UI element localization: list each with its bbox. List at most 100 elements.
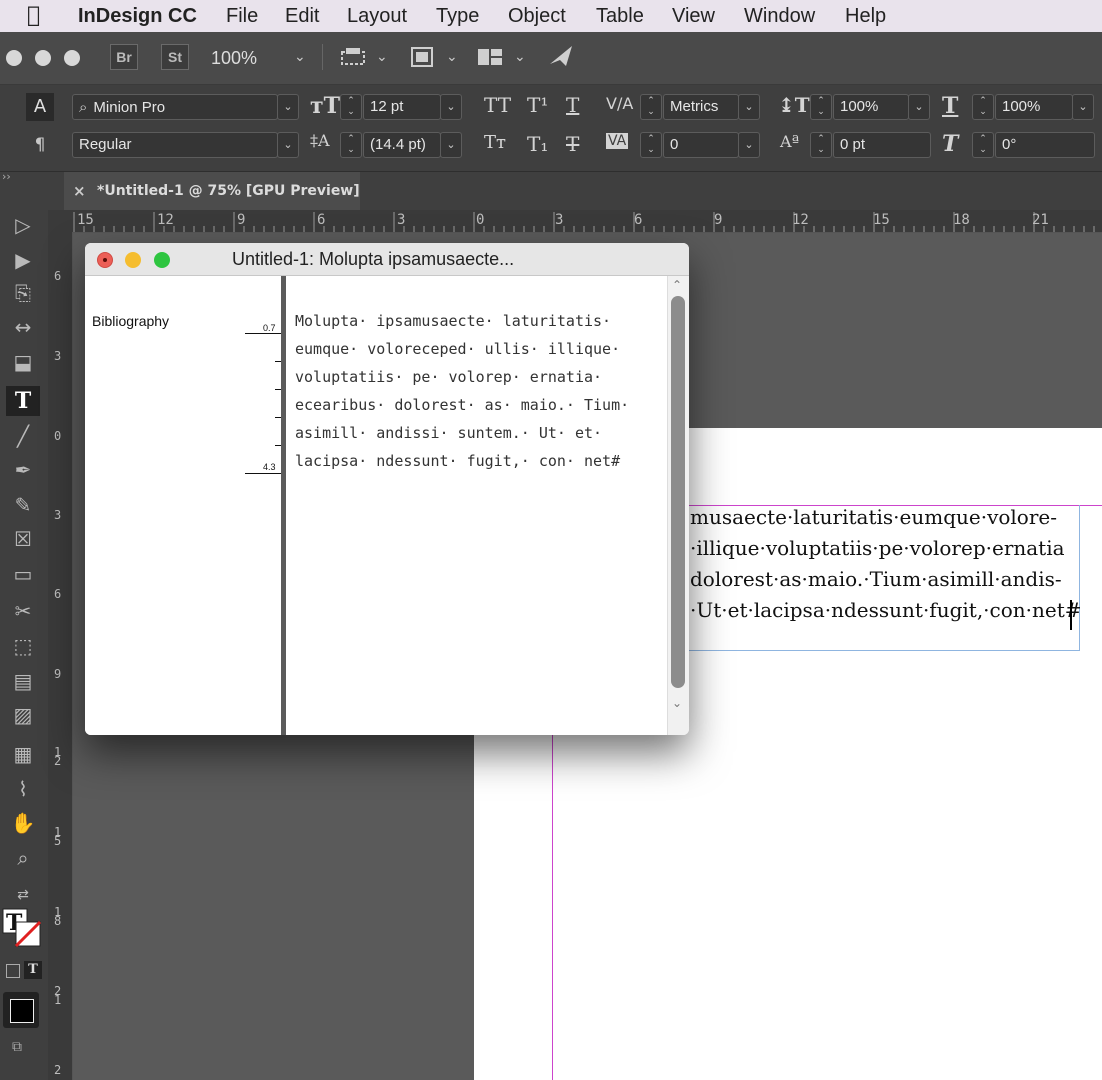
chevron-down-icon[interactable]: ⌄ [440,132,462,158]
stock-button[interactable]: St [161,44,189,70]
menu-file[interactable]: File [226,5,258,28]
line-tool-icon[interactable]: ╱ [6,421,40,451]
font-family-field[interactable]: ⌕ Minion Pro [72,94,278,120]
menu-view[interactable]: View [672,5,715,28]
story-text-area[interactable]: Molupta· ipsamusaecte· laturitatis· eumq… [286,276,667,735]
kerning-field[interactable]: Metrics [663,94,739,120]
selection-tool-icon[interactable]: ▷ [6,210,40,240]
leading-field[interactable]: (14.4 pt) [363,132,441,158]
all-caps-icon[interactable]: TT [484,93,511,117]
zoom-tool-icon[interactable]: ⌕ [6,843,40,873]
document-page[interactable] [474,688,1102,1080]
paragraph-formatting-button[interactable]: ¶ [26,133,54,157]
vertical-ruler[interactable]: 6 3 0 3 6 9 12 15 18 21 2 [48,232,73,1080]
font-size-stepper[interactable]: ⌃ ⌄ [340,94,362,120]
publish-online-icon[interactable] [548,44,576,70]
gradient-swatch-tool-icon[interactable]: ▤ [6,666,40,696]
menu-type[interactable]: Type [436,5,479,28]
subscript-icon[interactable]: T₁ [527,132,548,156]
horizontal-scale-stepper[interactable]: ⌃ ⌄ [972,94,994,120]
formatting-text-icon[interactable]: T [24,961,42,979]
direct-selection-tool-icon[interactable]: ▶ [6,245,40,275]
superscript-icon[interactable]: T¹ [527,93,548,117]
arrange-documents-icon[interactable] [477,47,503,67]
vertical-scale-stepper[interactable]: ⌃ ⌄ [810,94,832,120]
chevron-down-icon[interactable]: ⌄ [1072,94,1094,120]
tab-untitled-1[interactable]: × *Untitled-1 @ 75% [GPU Preview] [64,172,360,210]
close-tab-icon[interactable]: × [73,172,86,210]
chevron-down-icon[interactable]: ⌄ [294,49,306,65]
free-transform-tool-icon[interactable]: ⬚ [6,631,40,661]
eyedropper-tool-icon[interactable]: ⌇ [6,774,40,804]
screen-mode-icon[interactable]: ⧉ [12,1038,30,1056]
horizontal-scale-field[interactable]: 100% [995,94,1073,120]
vertical-scale-field[interactable]: 100% [833,94,909,120]
note-tool-icon[interactable]: ▦ [6,739,40,769]
menu-edit[interactable]: Edit [285,5,319,28]
type-tool-icon[interactable]: T [6,386,40,416]
screen-mode-icon[interactable] [410,46,434,68]
apply-color-icon[interactable] [3,992,39,1028]
gap-tool-icon[interactable]: ↔ [6,312,40,342]
chevron-down-icon[interactable]: ⌄ [908,94,930,120]
story-editor-window[interactable]: Untitled-1: Molupta ipsamusaecte... Bibl… [85,243,689,735]
skew-stepper[interactable]: ⌃ ⌄ [972,132,994,158]
vertical-scrollbar[interactable]: ⌃ ⌄ [667,276,689,735]
strikethrough-icon[interactable]: T [566,132,579,156]
menu-help[interactable]: Help [845,5,886,28]
panel-collapse-icon[interactable]: ›› [2,170,11,183]
pen-tool-icon[interactable]: ✒ [6,455,40,485]
chevron-down-icon[interactable]: ⌄ [446,49,458,65]
chevron-down-icon[interactable]: ⌄ [440,94,462,120]
swap-fill-stroke-icon[interactable]: ⇄ [6,880,40,910]
kerning-stepper[interactable]: ⌃ ⌄ [640,94,662,120]
minimize-window-button[interactable] [35,50,51,66]
rectangle-tool-icon[interactable]: ▭ [6,559,40,589]
chevron-down-icon[interactable]: ⌄ [514,49,526,65]
scissors-tool-icon[interactable]: ✂ [6,596,40,626]
zoom-level[interactable]: 100% [211,48,257,69]
close-window-button[interactable] [97,252,113,268]
minimize-window-button[interactable] [125,252,141,268]
baseline-shift-field[interactable]: 0 pt [833,132,931,158]
tracking-field[interactable]: 0 [663,132,739,158]
menu-object[interactable]: Object [508,5,566,28]
menu-window[interactable]: Window [744,5,815,28]
hand-tool-icon[interactable]: ✋ [6,808,40,838]
zoom-window-button[interactable] [154,252,170,268]
font-style-field[interactable]: Regular [72,132,278,158]
font-size-field[interactable]: 12 pt [363,94,441,120]
paragraph-style-name[interactable]: Bibliography [92,313,169,329]
menu-table[interactable]: Table [596,5,644,28]
chevron-down-icon[interactable]: ⌄ [738,132,760,158]
zoom-window-button[interactable] [64,50,80,66]
chevron-down-icon[interactable]: ⌄ [277,94,299,120]
chevron-down-icon[interactable]: ⌄ [277,132,299,158]
scrollbar-thumb[interactable] [671,296,685,688]
apple-menu-icon[interactable]:  [27,3,40,28]
fill-stroke-swatch-icon[interactable]: T [2,908,42,948]
close-window-button[interactable] [6,50,22,66]
view-options-icon[interactable] [340,48,366,66]
formatting-container-icon[interactable] [6,964,20,978]
character-formatting-button[interactable]: A [26,93,54,121]
baseline-shift-stepper[interactable]: ⌃ ⌄ [810,132,832,158]
gradient-feather-tool-icon[interactable]: ▨ [6,700,40,730]
scroll-down-icon[interactable]: ⌄ [672,696,682,710]
story-editor-title-bar[interactable]: Untitled-1: Molupta ipsamusaecte... [85,243,689,276]
chevron-down-icon[interactable]: ⌄ [376,49,388,65]
horizontal-ruler[interactable]: 15 12 9 6 3 0 3 6 9 12 15 18 21 [48,210,1102,233]
underline-icon[interactable]: T [566,93,579,117]
page-tool-icon[interactable]: ⎘ [6,278,40,308]
bridge-button[interactable]: Br [110,44,138,70]
pencil-tool-icon[interactable]: ✎ [6,490,40,520]
app-menu[interactable]: InDesign CC [78,5,197,28]
small-caps-icon[interactable]: Tт [484,132,506,153]
rectangle-frame-tool-icon[interactable]: ☒ [6,524,40,554]
scroll-up-icon[interactable]: ⌃ [672,278,682,292]
leading-stepper[interactable]: ⌃ ⌄ [340,132,362,158]
chevron-down-icon[interactable]: ⌄ [738,94,760,120]
content-collector-icon[interactable]: ⬓ [6,347,40,377]
menu-layout[interactable]: Layout [347,5,407,28]
tracking-stepper[interactable]: ⌃ ⌄ [640,132,662,158]
